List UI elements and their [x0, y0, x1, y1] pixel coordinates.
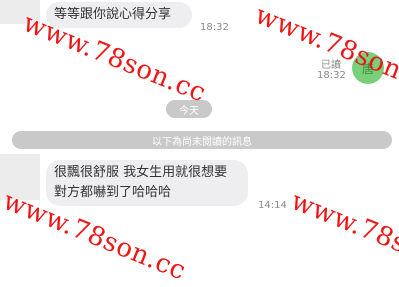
unread-divider-label: 以下為尚未閱讀的訊息: [152, 136, 252, 148]
unread-divider: 以下為尚未閱讀的訊息: [12, 131, 392, 149]
watermark: www.78son.cc: [286, 186, 399, 287]
message-text-line: 對方都嚇到了哈哈哈: [54, 185, 172, 200]
message-text: 等等跟你說心得分享: [54, 7, 172, 22]
message-timestamp: 18:32: [200, 22, 229, 33]
message-timestamp: 18:32: [317, 70, 346, 81]
message-text-line: 很飄很舒服 我女生用就很想要: [54, 165, 228, 180]
watermark: www.78son.cc: [250, 0, 399, 101]
message-bubble-incoming[interactable]: 很飄很舒服 我女生用就很想要 對方都嚇到了哈哈哈: [46, 160, 248, 206]
message-timestamp: 14:14: [258, 200, 287, 211]
